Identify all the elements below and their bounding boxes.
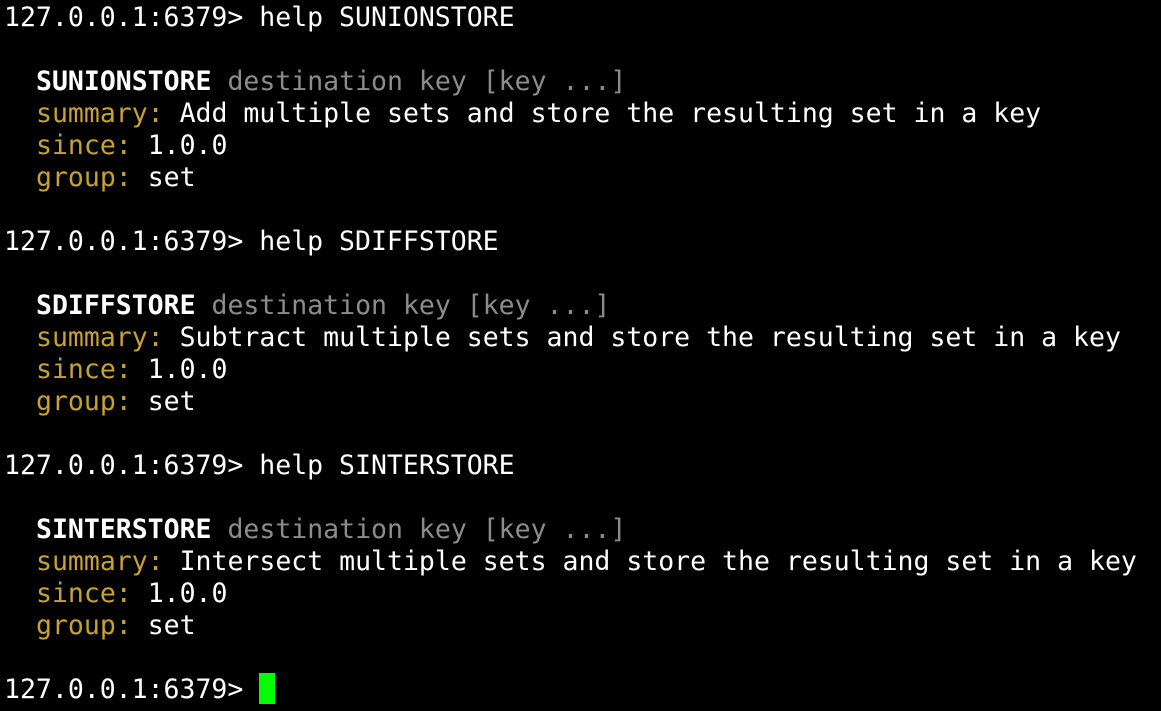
group-label: group: (36, 610, 132, 641)
help-syntax-line: SUNIONSTORE destination key [key ...] (4, 66, 1159, 98)
since-value: 1.0.0 (131, 578, 228, 609)
active-prompt-line[interactable]: 127.0.0.1:6379> (4, 673, 1159, 706)
since-label: since: (36, 354, 132, 385)
command-text: help SDIFFSTORE (259, 226, 499, 257)
help-syntax-line: SINTERSTORE destination key [key ...] (4, 514, 1159, 546)
help-summary-line: summary: Subtract multiple sets and stor… (4, 322, 1159, 354)
help-since-line: since: 1.0.0 (4, 130, 1159, 162)
group-value: set (131, 610, 196, 641)
summary-text: Add multiple sets and store the resultin… (163, 98, 1042, 129)
prompt: 127.0.0.1:6379> (4, 674, 260, 705)
command-args: destination key [key ...] (211, 514, 627, 545)
help-since-line: since: 1.0.0 (4, 578, 1159, 610)
terminal-output[interactable]: 127.0.0.1:6379> help SUNIONSTORE SUNIONS… (4, 2, 1159, 706)
summary-text: Subtract multiple sets and store the res… (163, 322, 1121, 353)
command-text: help SUNIONSTORE (259, 2, 515, 33)
prompt: 127.0.0.1:6379> (4, 2, 260, 33)
prompt: 127.0.0.1:6379> (4, 450, 260, 481)
help-summary-line: summary: Intersect multiple sets and sto… (4, 546, 1159, 578)
group-value: set (131, 162, 196, 193)
command-args: destination key [key ...] (211, 66, 627, 97)
group-value: set (131, 386, 196, 417)
prompt-line: 127.0.0.1:6379> help SDIFFSTORE (4, 226, 1159, 258)
help-group-line: group: set (4, 610, 1159, 642)
help-summary-line: summary: Add multiple sets and store the… (4, 98, 1159, 130)
command-text: help SINTERSTORE (259, 450, 515, 481)
help-since-line: since: 1.0.0 (4, 354, 1159, 386)
prompt-line: 127.0.0.1:6379> help SUNIONSTORE (4, 2, 1159, 34)
since-label: since: (36, 578, 132, 609)
group-label: group: (36, 386, 132, 417)
help-group-line: group: set (4, 162, 1159, 194)
summary-label: summary: (36, 322, 164, 353)
summary-label: summary: (36, 546, 164, 577)
since-value: 1.0.0 (131, 354, 228, 385)
command-name: SUNIONSTORE (36, 66, 212, 97)
prompt-line: 127.0.0.1:6379> help SINTERSTORE (4, 450, 1159, 482)
help-group-line: group: set (4, 386, 1159, 418)
cursor-block (259, 673, 276, 704)
since-value: 1.0.0 (131, 130, 228, 161)
prompt: 127.0.0.1:6379> (4, 226, 260, 257)
help-syntax-line: SDIFFSTORE destination key [key ...] (4, 290, 1159, 322)
command-name: SDIFFSTORE (36, 290, 196, 321)
summary-text: Intersect multiple sets and store the re… (163, 546, 1137, 577)
since-label: since: (36, 130, 132, 161)
command-args: destination key [key ...] (195, 290, 611, 321)
command-name: SINTERSTORE (36, 514, 212, 545)
summary-label: summary: (36, 98, 164, 129)
group-label: group: (36, 162, 132, 193)
